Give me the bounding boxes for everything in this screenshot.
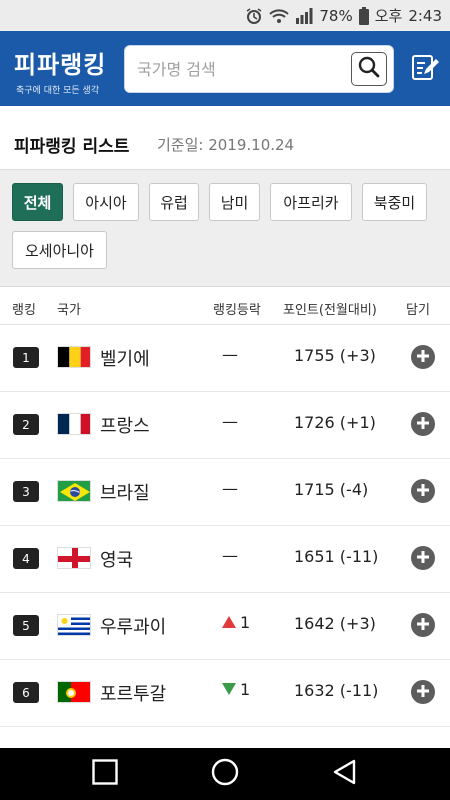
points-value: 1715 (-4) [294, 480, 369, 499]
add-favorite-button[interactable] [411, 479, 435, 503]
points-value: 1651 (-11) [294, 547, 379, 566]
add-favorite-button[interactable] [411, 546, 435, 570]
wifi-icon [269, 8, 290, 24]
page-title: 피파랭킹 리스트 [14, 137, 130, 157]
edit-note-icon [410, 52, 440, 86]
plus-circle-icon [416, 683, 430, 702]
filter-north-central-america[interactable]: 북중미 [362, 183, 427, 221]
country-name: 브라질 [100, 483, 150, 504]
flag-uruguay-icon [57, 614, 91, 636]
rank-change: 1 [222, 613, 262, 632]
plus-circle-icon [416, 348, 430, 367]
app-logo-subtitle: 축구에 대한 모든 생각 [16, 86, 100, 96]
plus-circle-icon [416, 482, 430, 501]
points-value: 1642 (+3) [294, 614, 376, 633]
status-bar: 78% 오후 2:43 [0, 0, 450, 31]
add-favorite-button[interactable] [411, 345, 435, 369]
rank-change-value: — [222, 479, 238, 498]
table-row[interactable]: 6 포르투갈 1 1632 (-11) [0, 660, 450, 727]
filter-africa[interactable]: 아프리카 [270, 183, 352, 221]
list-title-row: 피파랭킹 리스트 기준일: 2019.10.24 [0, 106, 450, 170]
recents-button[interactable] [85, 758, 125, 790]
search-button[interactable] [351, 52, 387, 86]
rank-change: — [222, 412, 262, 431]
status-ampm: 오후 [374, 7, 403, 25]
flag-belgium-icon [57, 346, 91, 368]
col-points: 포인트(전월대비) [283, 303, 377, 318]
edit-button[interactable] [408, 52, 442, 86]
region-filter-bar: 전체 아시아 유럽 남미 아프리카 북중미 오세아니아 [0, 170, 450, 287]
status-time: 2:43 [408, 6, 442, 25]
rank-change-value: 1 [240, 613, 251, 632]
rank-number: 6 [13, 682, 39, 703]
country-name: 영국 [100, 550, 134, 571]
filter-south-america[interactable]: 남미 [209, 183, 260, 221]
rank-change: 1 [222, 680, 262, 699]
table-row[interactable]: 3 브라질 — 1715 (-4) [0, 459, 450, 526]
rank-number: 3 [13, 481, 39, 502]
back-button[interactable] [325, 758, 365, 790]
rank-number: 1 [13, 347, 39, 368]
rank-number: 2 [13, 414, 39, 435]
table-header: 랭킹 국가 랭킹등락 포인트(전월대비) 담기 [0, 287, 450, 325]
filter-asia[interactable]: 아시아 [73, 183, 139, 221]
table-row[interactable]: 2 프랑스 — 1726 (+1) [0, 392, 450, 459]
flag-england-icon [57, 547, 91, 569]
search-input[interactable] [137, 46, 347, 92]
country-name: 포르투갈 [100, 684, 167, 705]
filter-all[interactable]: 전체 [12, 183, 63, 221]
battery-icon [358, 6, 369, 25]
base-date: 기준일: 2019.10.24 [157, 136, 295, 154]
rank-change: — [222, 546, 262, 565]
home-button[interactable] [205, 758, 245, 790]
country-name: 벨기에 [100, 349, 150, 370]
flag-france-icon [57, 413, 91, 435]
rank-change: — [222, 479, 262, 498]
plus-circle-icon [416, 616, 430, 635]
rank-change-value: 1 [240, 680, 251, 699]
filter-europe[interactable]: 유럽 [149, 183, 199, 221]
col-save: 담기 [406, 303, 430, 318]
flag-portugal-icon [57, 681, 91, 703]
arrow-down-icon [222, 680, 236, 699]
plus-circle-icon [416, 415, 430, 434]
rank-number: 5 [13, 615, 39, 636]
rank-change-value: — [222, 412, 238, 431]
rank-change-value: — [222, 345, 238, 364]
alarm-icon [245, 7, 263, 25]
points-value: 1726 (+1) [294, 413, 376, 432]
country-name: 프랑스 [100, 416, 150, 437]
arrow-up-icon [222, 613, 236, 632]
points-value: 1632 (-11) [294, 681, 379, 700]
points-value: 1755 (+3) [294, 346, 376, 365]
col-rank: 랭킹 [12, 303, 36, 318]
search-icon [358, 56, 380, 82]
table-row[interactable]: 5 우루과이 1 1642 (+3) [0, 593, 450, 660]
table-row[interactable]: 1 벨기에 — 1755 (+3) [0, 325, 450, 392]
add-favorite-button[interactable] [411, 412, 435, 436]
circle-icon [211, 758, 239, 790]
back-triangle-icon [332, 759, 358, 789]
table-row[interactable]: 4 영국 — 1651 (-11) [0, 526, 450, 593]
signal-icon [295, 7, 313, 24]
rank-number: 4 [13, 548, 39, 569]
search-box [124, 45, 394, 93]
col-country: 국가 [57, 303, 81, 318]
flag-brazil-icon [57, 480, 91, 502]
rank-change: — [222, 345, 262, 364]
battery-percent: 78% [319, 6, 353, 25]
rank-change-value: — [222, 546, 238, 565]
add-favorite-button[interactable] [411, 613, 435, 637]
plus-circle-icon [416, 549, 430, 568]
system-nav-bar [0, 748, 450, 800]
square-icon [92, 759, 118, 789]
country-name: 우루과이 [100, 617, 167, 638]
add-favorite-button[interactable] [411, 680, 435, 704]
filter-oceania[interactable]: 오세아니아 [12, 231, 107, 269]
app-logo-title: 피파랭킹 [14, 51, 107, 79]
col-change: 랭킹등락 [213, 303, 261, 318]
